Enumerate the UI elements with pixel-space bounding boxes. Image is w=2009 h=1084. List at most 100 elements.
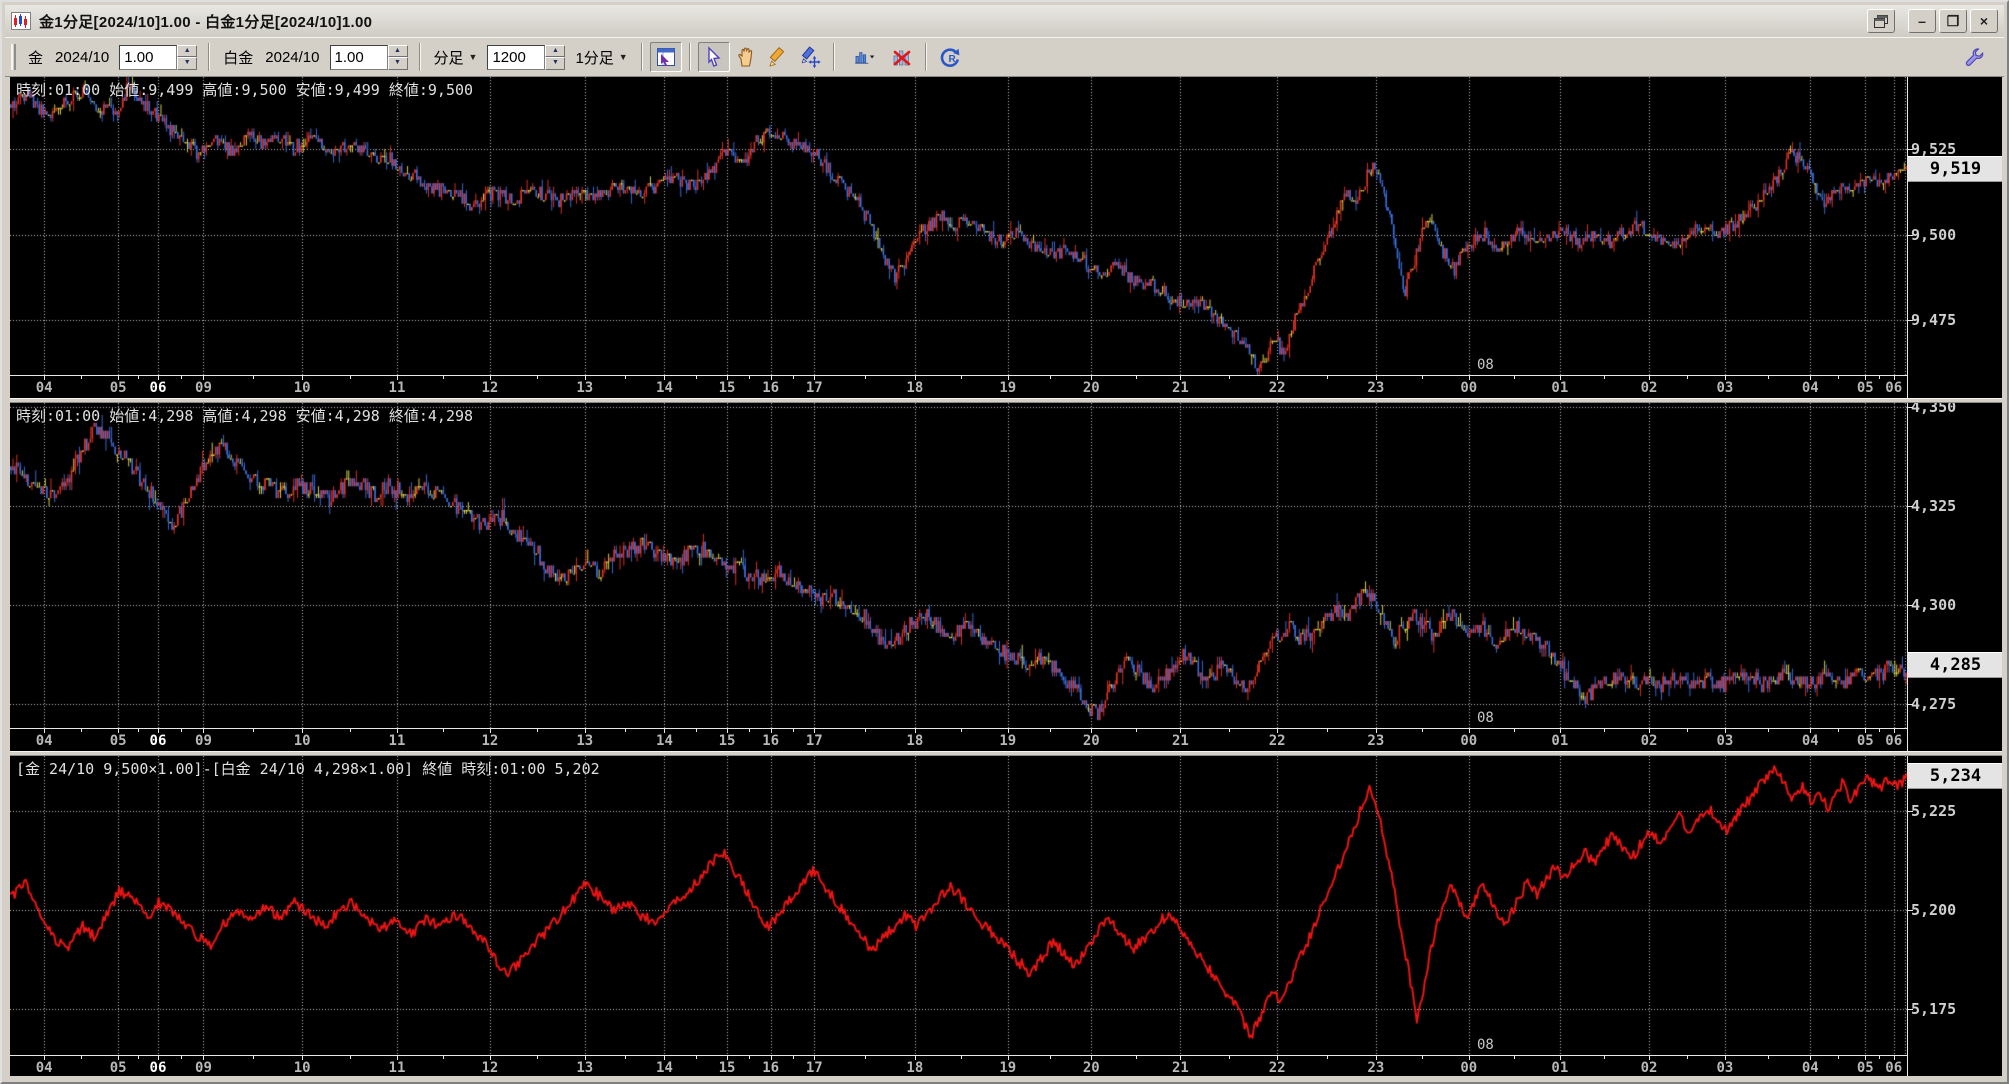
x-axis-minor-tick xyxy=(749,729,750,732)
toolbar-grip[interactable] xyxy=(11,44,16,70)
toolbar-separator xyxy=(208,43,211,71)
gold-multiplier-input[interactable] xyxy=(119,44,178,70)
spread-price-axis: 5,234 5,225 5,200 5,175 xyxy=(1907,756,2002,1080)
platinum-candles-canvas[interactable] xyxy=(10,403,1907,728)
bar-chart-delete-icon xyxy=(893,50,911,66)
x-axis-tick xyxy=(203,1056,204,1060)
gold-mult-spin-down-icon[interactable]: ▼ xyxy=(177,57,198,70)
marker-move-button[interactable] xyxy=(794,42,826,72)
pencil-draw-button[interactable] xyxy=(762,42,794,72)
x-axis-label: 03 xyxy=(1716,1060,1734,1076)
spread-line-canvas[interactable] xyxy=(10,756,1907,1055)
gold-mult-spin-up-icon[interactable]: ▲ xyxy=(177,44,198,57)
x-axis-minor-tick xyxy=(696,376,697,379)
x-axis-minor-tick xyxy=(1879,376,1880,379)
cascade-windows-button[interactable] xyxy=(1867,9,1895,33)
y-axis-label: 9,475 xyxy=(1911,311,1957,330)
platinum-multiplier-input[interactable] xyxy=(329,44,388,70)
x-axis-minor-tick xyxy=(793,1056,794,1059)
interval-dropdown[interactable]: 1分足 ▼ xyxy=(569,44,633,71)
x-axis-tick xyxy=(1560,376,1561,380)
x-axis-tick xyxy=(1469,1056,1470,1060)
minimize-button[interactable]: – xyxy=(1908,9,1936,33)
x-axis-minor-tick xyxy=(961,376,962,379)
remove-chart-button[interactable] xyxy=(886,42,918,72)
x-axis-tick xyxy=(44,729,45,733)
x-axis-minor-tick xyxy=(1229,1056,1230,1059)
x-axis-tick xyxy=(1894,376,1895,380)
x-axis-tick xyxy=(1725,376,1726,380)
platinum-mult-spin-down-icon[interactable]: ▼ xyxy=(387,57,408,70)
x-axis-tick xyxy=(490,376,491,380)
x-axis-minor-tick xyxy=(253,376,254,379)
bar-count-spin-up-icon[interactable]: ▲ xyxy=(545,44,566,57)
x-axis-minor-tick xyxy=(537,376,538,379)
x-axis-minor-tick xyxy=(1327,376,1328,379)
platinum-last-price-box: 4,285 xyxy=(1908,652,2002,678)
x-axis-minor-tick xyxy=(138,729,139,732)
x-axis-tick xyxy=(915,376,916,380)
x-axis-minor-tick xyxy=(537,729,538,732)
x-axis-tick xyxy=(44,1056,45,1060)
bar-count-spin-down-icon[interactable]: ▼ xyxy=(545,57,566,70)
x-axis-minor-tick xyxy=(138,376,139,379)
x-axis-label: 05 xyxy=(1856,1060,1874,1076)
x-axis-minor-tick xyxy=(443,376,444,379)
window-title: 金1分足[2024/10]1.00 - 白金1分足[2024/10]1.00 xyxy=(39,13,373,31)
reload-button[interactable]: R xyxy=(934,42,966,72)
platinum-mult-spin-up-icon[interactable]: ▲ xyxy=(387,44,408,57)
x-axis-minor-tick xyxy=(443,729,444,732)
x-axis-minor-tick xyxy=(1687,1056,1688,1059)
chart-style-button[interactable] xyxy=(842,42,886,72)
marker-crosshair-icon xyxy=(801,46,821,68)
spread-chart-panel: [金 24/10 9,500×1.00]-[白金 24/10 4,298×1.0… xyxy=(10,756,2002,1080)
x-axis-tick xyxy=(1277,1056,1278,1060)
y-axis-tick xyxy=(1908,1009,1913,1010)
y-axis-tick xyxy=(1908,320,1913,321)
hand-icon xyxy=(737,47,752,67)
x-axis-label: 06 xyxy=(1885,733,1903,749)
x-axis-label: 11 xyxy=(388,1060,406,1076)
x-axis-tick xyxy=(302,1056,303,1060)
app-candlestick-icon xyxy=(11,12,31,30)
x-axis-minor-tick xyxy=(1229,729,1230,732)
x-axis-tick xyxy=(1277,376,1278,380)
pan-tool-button[interactable] xyxy=(730,42,762,72)
x-axis-label: 16 xyxy=(762,733,780,749)
close-button[interactable]: × xyxy=(1970,9,1998,33)
x-axis-tick xyxy=(1008,1056,1009,1060)
bar-count-input[interactable] xyxy=(487,44,546,70)
x-axis-label: 12 xyxy=(481,380,499,396)
x-axis-label: 00 xyxy=(1460,1060,1478,1076)
x-axis-minor-tick xyxy=(350,1056,351,1059)
x-axis-label: 22 xyxy=(1268,733,1286,749)
x-axis-minor-tick xyxy=(1768,1056,1769,1059)
x-axis-tick xyxy=(1469,729,1470,733)
x-axis-minor-tick xyxy=(181,1056,182,1059)
x-axis-tick xyxy=(118,729,119,733)
x-axis-label: 23 xyxy=(1367,733,1385,749)
gold-time-axis: 04 05 06 09 10 11 12 13 14 15 16 17 18 19 20 21 22 23 00 01… xyxy=(10,375,1907,398)
y-axis-label: 4,275 xyxy=(1911,695,1957,714)
x-axis-minor-tick xyxy=(696,729,697,732)
x-axis-minor-tick xyxy=(625,729,626,732)
maximize-button[interactable]: ❐ xyxy=(1939,9,1967,33)
x-axis-label: 09 xyxy=(195,733,212,749)
platinum-price-axis: 4,285 4,350 4,325 4,300 4,275 xyxy=(1907,403,2002,751)
bar-type-dropdown[interactable]: 分足 ▼ xyxy=(428,44,484,71)
x-axis-label: 18 xyxy=(906,733,924,749)
x-axis-minor-tick xyxy=(537,1056,538,1059)
settings-button[interactable] xyxy=(1958,42,1990,72)
chart-layout-button[interactable] xyxy=(649,42,682,72)
x-axis-label: 05 xyxy=(1856,380,1874,396)
x-axis-tick xyxy=(1376,1056,1377,1060)
x-axis-label: 04 xyxy=(35,733,53,749)
pointer-tool-button[interactable] xyxy=(697,42,730,72)
x-axis-minor-tick xyxy=(793,376,794,379)
close-icon: × xyxy=(1979,13,1989,29)
gold-candles-canvas[interactable] xyxy=(10,77,1907,375)
x-axis-tick xyxy=(1277,729,1278,733)
toolbar-separator xyxy=(418,43,421,71)
pencil-icon xyxy=(769,46,784,67)
x-axis-tick xyxy=(1008,729,1009,733)
